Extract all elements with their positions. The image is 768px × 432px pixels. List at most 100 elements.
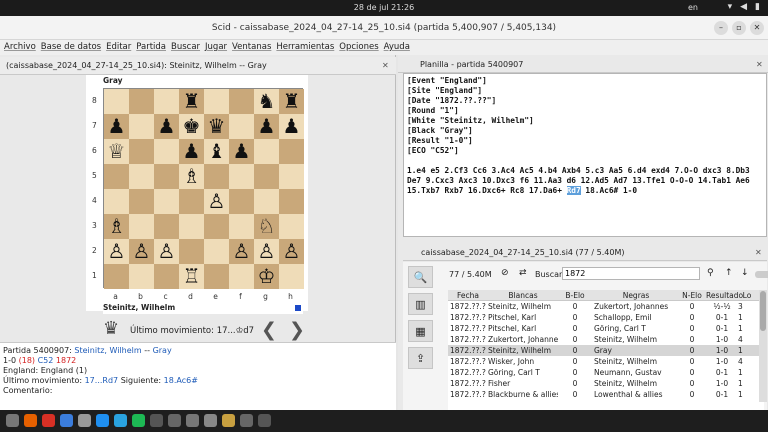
board-square-a8[interactable] (104, 89, 129, 114)
scid-icon[interactable] (222, 414, 235, 427)
column-header[interactable]: B-Elo (558, 290, 592, 300)
menu-item[interactable]: Editar (106, 40, 131, 55)
board-tab[interactable]: (caissabase_2024_04_27-14_25_10.si4): St… (0, 57, 396, 75)
board-square-e7[interactable]: ♛ (204, 114, 229, 139)
board-square-d1[interactable]: ♖ (179, 264, 204, 289)
board-icon[interactable]: ▦ (408, 320, 433, 342)
board-square-e2[interactable] (204, 239, 229, 264)
table-row[interactable]: 1872.??.?? Steinitz, Wilhelm 0 Gray 0 1-0 1 (448, 345, 764, 356)
app-icon[interactable] (240, 414, 253, 427)
terminal-icon[interactable] (78, 414, 91, 427)
board-square-b7[interactable] (129, 114, 154, 139)
table-row[interactable]: 1872.??.?? Wisker, John 0 Steinitz, Wilhelm… (448, 356, 764, 367)
system-tray[interactable]: ▾ ◀ ▮ (728, 2, 760, 12)
board-square-c8[interactable] (154, 89, 179, 114)
filter-reset-icon[interactable]: ⊘ (501, 268, 509, 278)
column-header[interactable]: Blancas (486, 290, 558, 300)
menu-item[interactable]: Jugar (205, 40, 227, 55)
export-icon[interactable]: ⇪ (408, 347, 433, 369)
menu-item[interactable]: Base de datos (41, 40, 101, 55)
board-square-e4[interactable]: ♙ (204, 189, 229, 214)
board-square-c6[interactable] (154, 139, 179, 164)
column-header[interactable]: Lo (738, 290, 756, 300)
board-square-h1[interactable] (279, 264, 304, 289)
board-square-g3[interactable]: ♘ (254, 214, 279, 239)
board-square-f5[interactable] (229, 164, 254, 189)
menu-item[interactable]: Opciones (339, 40, 378, 55)
board-square-a1[interactable] (104, 264, 129, 289)
column-header[interactable]: Negras (592, 290, 678, 300)
clock[interactable]: 28 de jul 21:26 (0, 3, 768, 12)
close-icon[interactable]: ✕ (382, 61, 392, 71)
board-square-e3[interactable] (204, 214, 229, 239)
maximize-button[interactable]: ▫ (732, 21, 746, 35)
board-square-a7[interactable]: ♟ (104, 114, 129, 139)
table-row[interactable]: 1872.??.?? Fisher 0 Steinitz, Wilhelm 0 1-0 1 (448, 378, 764, 389)
telegram-icon[interactable] (114, 414, 127, 427)
firefox-icon[interactable] (24, 414, 37, 427)
menu-item[interactable]: Ventanas (232, 40, 271, 55)
arrow-down-icon[interactable]: ↓ (741, 268, 749, 278)
board-square-h3[interactable] (279, 214, 304, 239)
app-icon[interactable] (168, 414, 181, 427)
info-eco-link[interactable]: C52 (38, 356, 54, 365)
board-square-c4[interactable] (154, 189, 179, 214)
board-square-e1[interactable] (204, 264, 229, 289)
board-square-d7[interactable]: ♚ (179, 114, 204, 139)
board-square-f4[interactable] (229, 189, 254, 214)
spotify-icon[interactable] (132, 414, 145, 427)
board-square-g6[interactable] (254, 139, 279, 164)
board-square-g8[interactable]: ♞ (254, 89, 279, 114)
board-square-b8[interactable] (129, 89, 154, 114)
board-square-d3[interactable] (179, 214, 204, 239)
minimize-button[interactable]: – (714, 21, 728, 35)
board-square-f1[interactable] (229, 264, 254, 289)
board-square-c3[interactable] (154, 214, 179, 239)
close-button[interactable]: ✕ (750, 21, 764, 35)
board-square-a2[interactable]: ♙ (104, 239, 129, 264)
board-square-f7[interactable] (229, 114, 254, 139)
apps-icon[interactable] (6, 414, 19, 427)
menu-item[interactable]: Ayuda (384, 40, 410, 55)
board-square-h5[interactable] (279, 164, 304, 189)
board-square-b4[interactable] (129, 189, 154, 214)
stats-icon[interactable]: ▥ (408, 293, 433, 315)
board-square-h6[interactable] (279, 139, 304, 164)
code-icon[interactable] (96, 414, 109, 427)
board-square-f8[interactable] (229, 89, 254, 114)
menu-item[interactable]: Archivo (4, 40, 36, 55)
search-input[interactable] (562, 267, 700, 280)
board-square-d6[interactable]: ♟ (179, 139, 204, 164)
board-square-b2[interactable]: ♙ (129, 239, 154, 264)
menu-item[interactable]: Herramientas (276, 40, 334, 55)
search-icon[interactable]: 🔍 (408, 266, 433, 288)
column-header[interactable]: Fecha (448, 290, 486, 300)
app-icon[interactable] (186, 414, 199, 427)
board-square-c5[interactable] (154, 164, 179, 189)
board-square-e6[interactable]: ♝ (204, 139, 229, 164)
board-square-a3[interactable]: ♗ (104, 214, 129, 239)
app-icon[interactable] (258, 414, 271, 427)
board-square-f2[interactable]: ♙ (229, 239, 254, 264)
app-icon[interactable] (150, 414, 163, 427)
board-square-h4[interactable] (279, 189, 304, 214)
board-square-c2[interactable]: ♙ (154, 239, 179, 264)
table-row[interactable]: 1872.??.?? Blackburne & allies 0 Lowenthal … (448, 389, 764, 400)
board-square-h8[interactable]: ♜ (279, 89, 304, 114)
board-square-e8[interactable] (204, 89, 229, 114)
table-row[interactable]: 1872.??.?? Steinitz, Wilhelm 0 Zukertort, J… (448, 301, 764, 312)
app-icon[interactable] (204, 414, 217, 427)
table-row[interactable]: 1872.??.?? Pitschel, Karl 0 Göring, Carl T 0… (448, 323, 764, 334)
previous-move-button[interactable]: ❮ (261, 319, 277, 341)
info-next-move-link[interactable]: 18.Ac6# (164, 376, 198, 385)
board-square-b5[interactable] (129, 164, 154, 189)
board-square-b1[interactable] (129, 264, 154, 289)
column-header[interactable]: N-Elo (678, 290, 706, 300)
table-row[interactable]: 1872.??.?? Pitschel, Karl 0 Schallopp, Emil… (448, 312, 764, 323)
table-scrollbar[interactable] (759, 290, 767, 402)
board-square-c1[interactable] (154, 264, 179, 289)
board-square-g2[interactable]: ♙ (254, 239, 279, 264)
chrome-icon[interactable] (42, 414, 55, 427)
board-square-f3[interactable] (229, 214, 254, 239)
filter-options-icon[interactable]: ⇄ (519, 268, 527, 278)
